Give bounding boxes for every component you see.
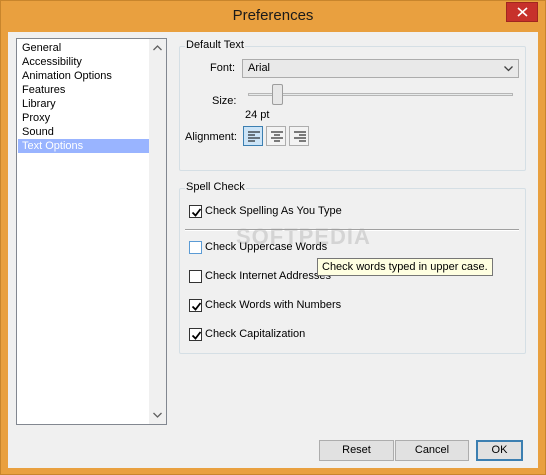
sidebar-item-library[interactable]: Library — [18, 97, 151, 111]
list-scrollbar[interactable] — [149, 39, 166, 424]
check-capitalization-checkbox[interactable] — [189, 328, 202, 341]
align-right-icon — [294, 131, 306, 142]
size-slider-track[interactable] — [248, 93, 513, 96]
font-label: Font: — [210, 62, 236, 74]
spell-check-title: Spell Check — [185, 181, 246, 193]
size-label: Size: — [212, 95, 237, 107]
checkmark-icon — [191, 208, 202, 217]
check-internet-label: Check Internet Addresses — [205, 270, 331, 282]
preferences-window: Preferences General Accessibility Animat… — [0, 0, 546, 475]
ok-button[interactable]: OK — [476, 440, 523, 461]
font-select[interactable]: Arial — [242, 59, 519, 78]
dialog-content: General Accessibility Animation Options … — [8, 32, 538, 468]
align-left-icon — [248, 131, 260, 142]
sidebar-item-sound[interactable]: Sound — [18, 125, 151, 139]
close-icon — [517, 7, 528, 17]
checkmark-icon — [191, 302, 202, 311]
align-right-button[interactable] — [289, 126, 309, 146]
sidebar-item-accessibility[interactable]: Accessibility — [18, 55, 151, 69]
size-slider-handle[interactable] — [272, 84, 283, 105]
scroll-down-icon[interactable] — [153, 412, 162, 418]
sidebar-item-animation-options[interactable]: Animation Options — [18, 69, 151, 83]
size-value: 24 pt — [245, 109, 270, 121]
title-bar[interactable]: Preferences — [1, 1, 545, 32]
check-numbers-label: Check Words with Numbers — [205, 299, 342, 311]
cancel-button[interactable]: Cancel — [395, 440, 469, 461]
align-left-button[interactable] — [243, 126, 263, 146]
check-uppercase-checkbox[interactable] — [189, 241, 202, 254]
close-button[interactable] — [506, 2, 538, 22]
tooltip: Check words typed in upper case. — [317, 258, 493, 276]
sidebar-item-text-options[interactable]: Text Options — [18, 139, 151, 153]
default-text-title: Default Text — [185, 39, 245, 51]
check-capitalization-label: Check Capitalization — [205, 328, 306, 340]
font-select-value: Arial — [248, 62, 271, 74]
check-spelling-checkbox[interactable] — [189, 205, 202, 218]
window-title: Preferences — [232, 7, 314, 24]
checkmark-icon — [191, 331, 202, 340]
check-spelling-label: Check Spelling As You Type — [205, 205, 342, 217]
align-center-button[interactable] — [266, 126, 286, 146]
align-center-icon — [271, 131, 283, 142]
check-uppercase-label: Check Uppercase Words — [205, 241, 328, 253]
category-list[interactable]: General Accessibility Animation Options … — [16, 38, 167, 425]
reset-button[interactable]: Reset — [319, 440, 394, 461]
check-numbers-checkbox[interactable] — [189, 299, 202, 312]
sidebar-item-general[interactable]: General — [18, 41, 151, 55]
scroll-up-icon[interactable] — [153, 45, 162, 51]
sidebar-item-features[interactable]: Features — [18, 83, 151, 97]
alignment-label: Alignment: — [185, 131, 237, 143]
chevron-down-icon — [504, 66, 513, 72]
sidebar-item-proxy[interactable]: Proxy — [18, 111, 151, 125]
check-internet-checkbox[interactable] — [189, 270, 202, 283]
